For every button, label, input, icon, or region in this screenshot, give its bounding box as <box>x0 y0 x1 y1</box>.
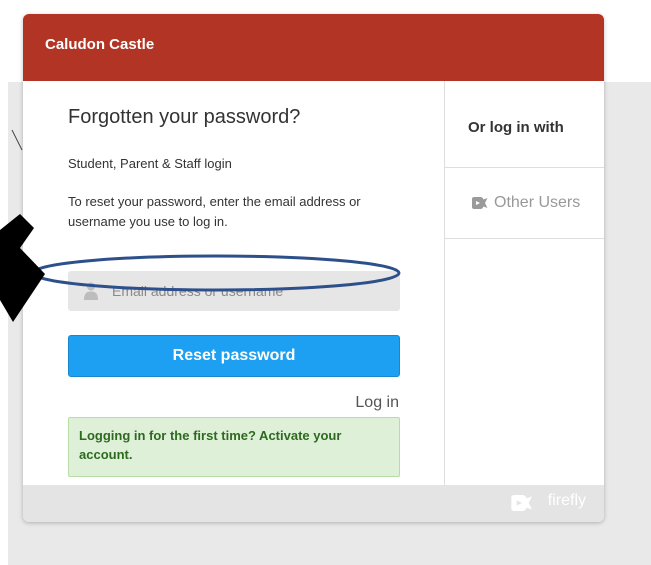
alternative-login-panel: Or log in with Other Users <box>444 81 604 485</box>
alternative-login-label: Or log in with <box>468 119 564 136</box>
firefly-logo-icon <box>510 493 534 518</box>
reset-password-button[interactable]: Reset password <box>68 335 400 377</box>
firefly-brand: firefly <box>547 492 586 509</box>
card-footer: firefly <box>23 485 604 522</box>
school-name: Caludon Castle <box>45 36 155 53</box>
reset-form: Forgotten your password? Student, Parent… <box>23 81 444 485</box>
email-field[interactable] <box>68 271 400 311</box>
reset-instructions: To reset your password, enter the email … <box>68 194 361 229</box>
activate-account-notice[interactable]: Logging in for the first time? Activate … <box>68 417 400 477</box>
other-users-label: Other Users <box>494 194 581 211</box>
page-title: Forgotten your password? <box>68 106 301 128</box>
login-type-label: Student, Parent & Staff login <box>68 156 232 171</box>
email-input[interactable] <box>112 271 392 311</box>
user-icon <box>84 282 98 305</box>
firefly-logo-icon <box>471 196 489 215</box>
other-users-button[interactable]: Other Users <box>445 168 604 239</box>
card-body: Forgotten your password? Student, Parent… <box>23 81 604 485</box>
reset-password-card: Caludon Castle Forgotten your password? … <box>23 14 604 522</box>
card-header: Caludon Castle <box>23 14 604 81</box>
alternative-login-heading: Or log in with <box>445 81 604 168</box>
login-link[interactable]: Log in <box>355 394 399 412</box>
